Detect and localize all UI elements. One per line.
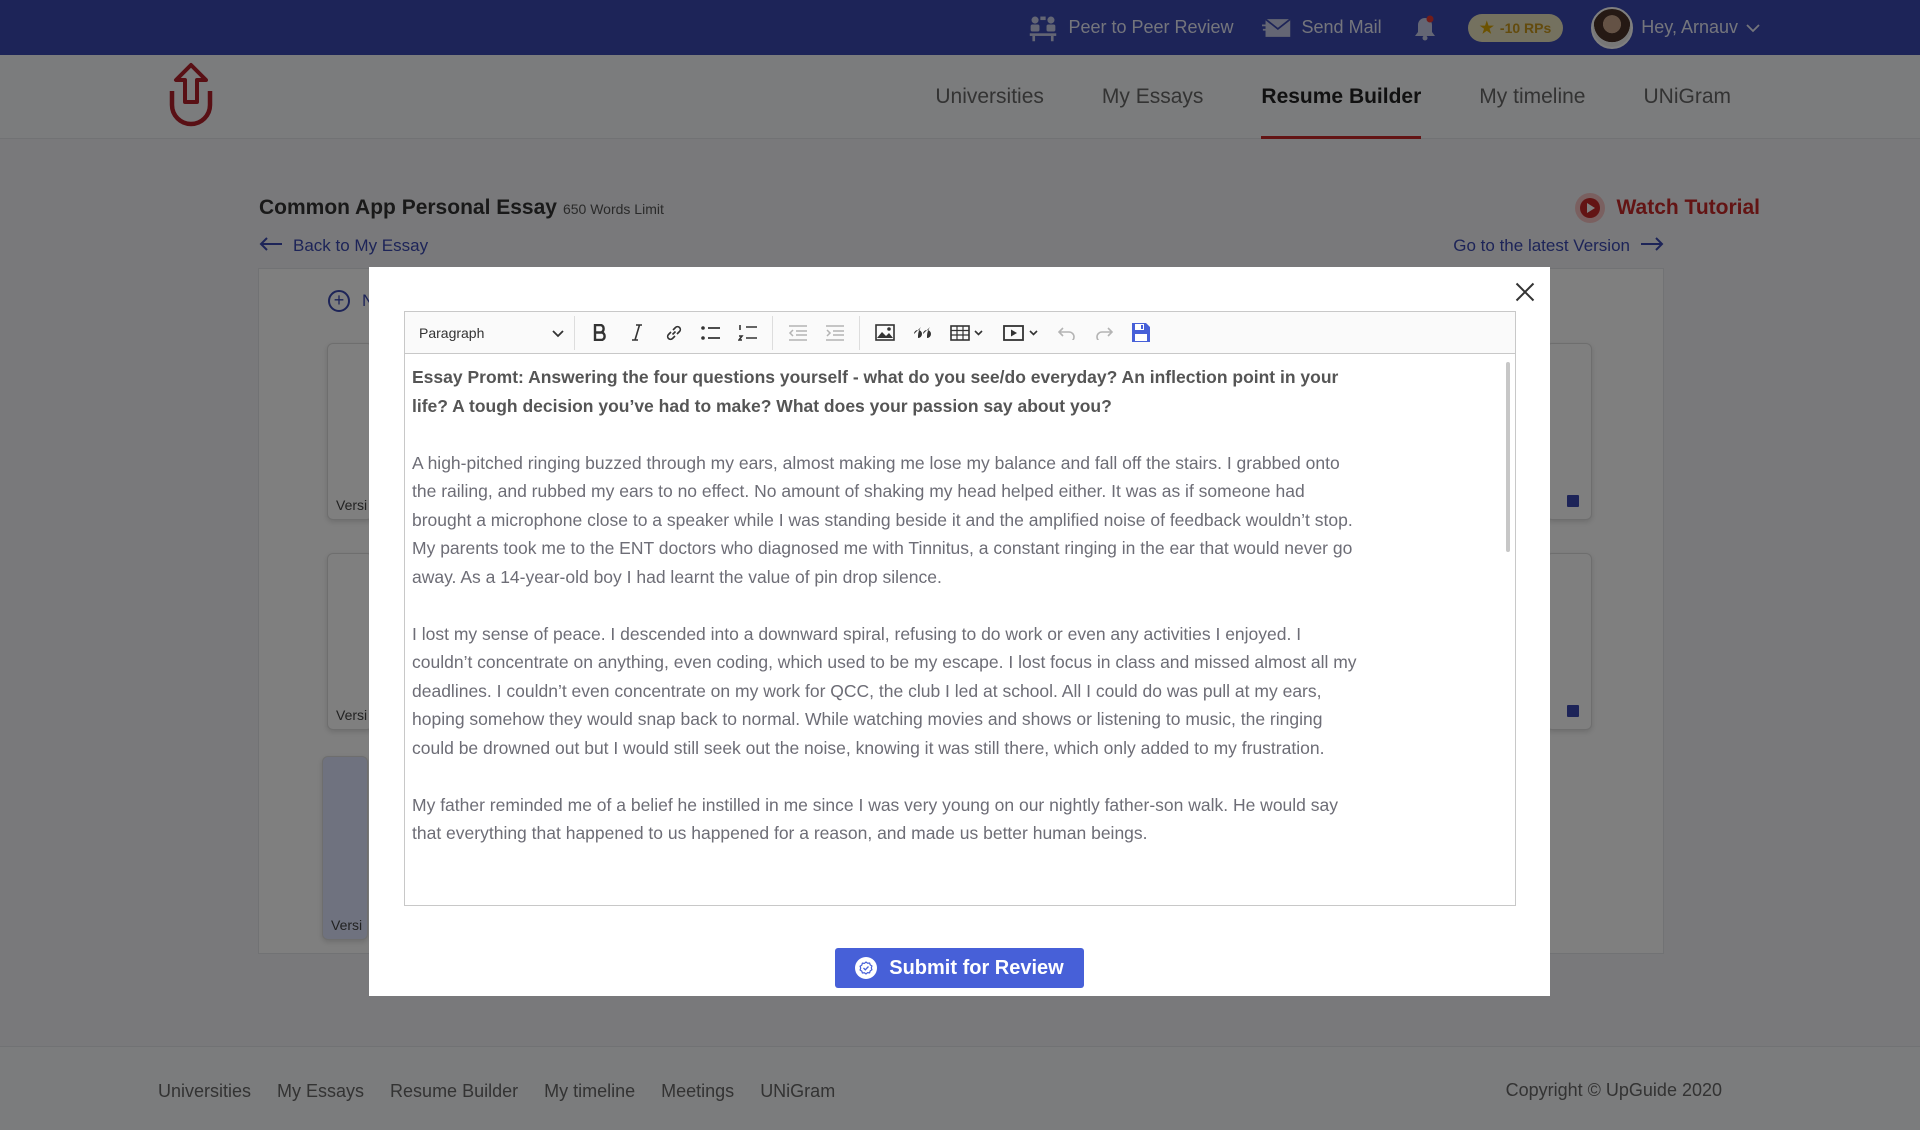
editor-scrollbar[interactable] bbox=[1506, 362, 1510, 552]
outdent-icon[interactable] bbox=[779, 317, 816, 349]
essay-prompt: Essay Promt: Answering the four question… bbox=[412, 367, 1339, 416]
numbered-list-icon[interactable] bbox=[729, 317, 766, 349]
submit-for-review-button[interactable]: Submit for Review bbox=[835, 948, 1084, 988]
save-icon[interactable] bbox=[1122, 317, 1159, 349]
essay-paragraph: My father reminded me of a belief he ins… bbox=[412, 794, 1339, 844]
toolbar-group-indent bbox=[773, 315, 860, 350]
table-icon[interactable] bbox=[940, 317, 994, 349]
essay-editor-modal: Paragraph Essay Promt: Answering the fou… bbox=[369, 267, 1550, 996]
blockquote-icon[interactable] bbox=[903, 317, 940, 349]
close-icon[interactable] bbox=[1512, 279, 1538, 305]
essay-paragraph: A high-pitched ringing buzzed through my… bbox=[412, 452, 1353, 587]
undo-icon[interactable] bbox=[1048, 317, 1085, 349]
media-icon[interactable] bbox=[994, 317, 1048, 349]
bulleted-list-icon[interactable] bbox=[692, 317, 729, 349]
image-icon[interactable] bbox=[866, 317, 903, 349]
link-icon[interactable] bbox=[655, 317, 692, 349]
italic-icon[interactable] bbox=[618, 317, 655, 349]
rich-text-editor: Paragraph Essay Promt: Answering the fou… bbox=[404, 311, 1516, 906]
editor-content[interactable]: Essay Promt: Answering the four question… bbox=[405, 355, 1515, 905]
block-format-select[interactable]: Paragraph bbox=[409, 315, 575, 350]
editor-toolbar: Paragraph bbox=[405, 312, 1515, 354]
bold-icon[interactable] bbox=[581, 317, 618, 349]
toolbar-group-insert bbox=[860, 316, 1165, 350]
chevron-down-icon bbox=[552, 325, 564, 341]
essay-paragraph: I lost my sense of peace. I descended in… bbox=[412, 623, 1357, 758]
redo-icon[interactable] bbox=[1085, 317, 1122, 349]
badge-check-icon bbox=[855, 957, 878, 979]
toolbar-group-format bbox=[575, 315, 773, 350]
indent-icon[interactable] bbox=[816, 317, 853, 349]
